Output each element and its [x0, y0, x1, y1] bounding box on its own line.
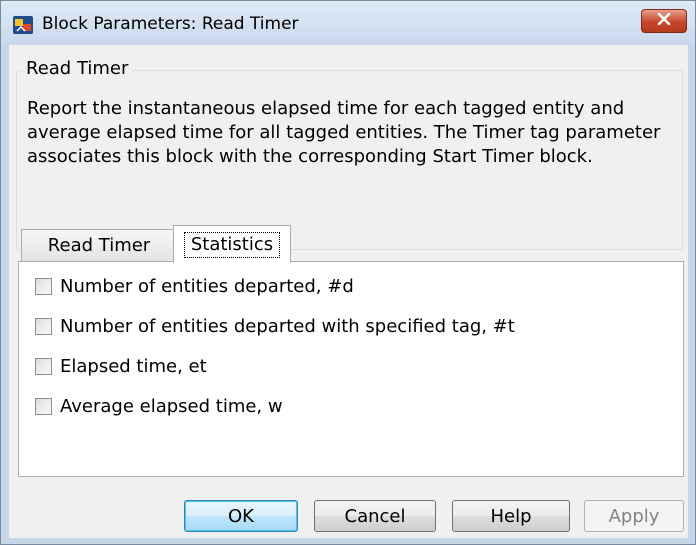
- help-button[interactable]: Help: [452, 500, 570, 532]
- cancel-button[interactable]: Cancel: [314, 500, 436, 532]
- entities-departed-checkbox[interactable]: [35, 278, 52, 295]
- tab-read-timer-label: Read Timer: [47, 235, 151, 256]
- average-elapsed-time-label: Average elapsed time, w: [60, 396, 283, 417]
- tab-statistics[interactable]: Statistics: [173, 225, 291, 263]
- window-title: Block Parameters: Read Timer: [42, 14, 299, 34]
- block-description: Report the instantaneous elapsed time fo…: [27, 98, 661, 167]
- dialog-body: Read Timer Report the instantaneous elap…: [9, 45, 688, 538]
- statistics-panel: Number of entities departed, #d Number o…: [18, 261, 684, 477]
- elapsed-time-checkbox[interactable]: [35, 358, 52, 375]
- option-entities-departed[interactable]: Number of entities departed, #d: [35, 276, 354, 297]
- entities-departed-tag-checkbox[interactable]: [35, 318, 52, 335]
- option-elapsed-time[interactable]: Elapsed time, et: [35, 356, 207, 377]
- entities-departed-label: Number of entities departed, #d: [60, 276, 354, 297]
- close-icon: [657, 12, 671, 30]
- title-bar[interactable]: Block Parameters: Read Timer: [1, 1, 695, 45]
- apply-button[interactable]: Apply: [584, 500, 684, 532]
- close-button[interactable]: [641, 9, 687, 33]
- entities-departed-tag-label: Number of entities departed with specifi…: [60, 316, 515, 337]
- tab-read-timer[interactable]: Read Timer: [21, 229, 177, 261]
- tab-statistics-label: Statistics: [183, 231, 281, 258]
- elapsed-time-label: Elapsed time, et: [60, 356, 207, 377]
- group-title: Read Timer: [22, 58, 133, 79]
- option-average-elapsed-time[interactable]: Average elapsed time, w: [35, 396, 283, 417]
- dialog-window: Block Parameters: Read Timer Read Timer …: [0, 0, 696, 545]
- average-elapsed-time-checkbox[interactable]: [35, 398, 52, 415]
- simulink-block-icon: [12, 15, 34, 35]
- option-entities-departed-tag[interactable]: Number of entities departed with specifi…: [35, 316, 515, 337]
- ok-button[interactable]: OK: [184, 500, 298, 532]
